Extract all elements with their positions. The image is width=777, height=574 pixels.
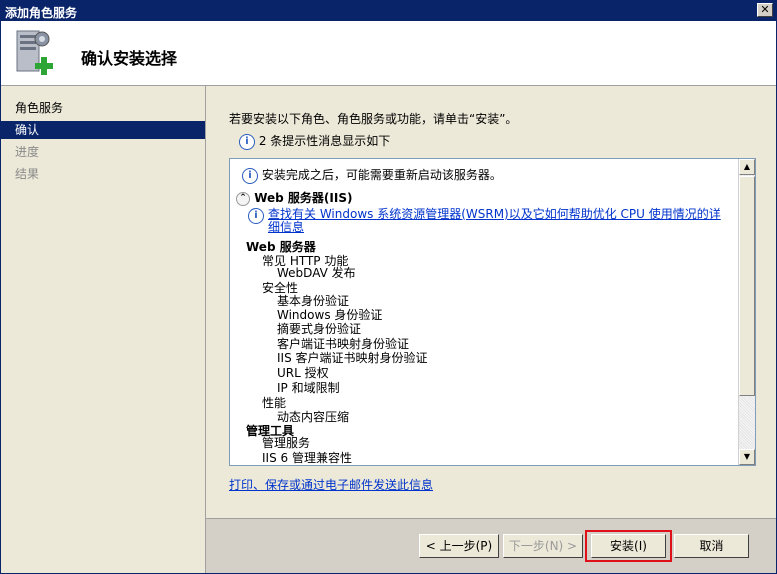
wsrm-info-link[interactable]: 查找有关 Windows 系统资源管理器(WSRM)以及它如何帮助优化 CPU … [268, 207, 721, 234]
footer-divider [206, 518, 776, 519]
message-summary-text: 2 条提示性消息显示如下 [258, 134, 391, 148]
tree-item: IP 和域限制 [277, 381, 340, 395]
info-icon: i [239, 133, 255, 150]
message-summary: i 2 条提示性消息显示如下 [239, 132, 390, 150]
scroll-thumb[interactable] [739, 176, 755, 396]
window-title: 添加角色服务 [5, 6, 78, 20]
dialog-window: 添加角色服务 ✕ 确认安装选择 角色服务 确认 进度 结果 若要安装以下角色、角… [0, 0, 777, 574]
info-icon: i [248, 208, 264, 224]
title-bar[interactable]: 添加角色服务 ✕ [1, 1, 776, 21]
step-role-services[interactable]: 角色服务 [1, 99, 205, 117]
print-save-email-link[interactable]: 打印、保存或通过电子邮件发送此信息 [229, 476, 433, 493]
step-results: 结果 [15, 167, 40, 181]
tree-item: IIS 6 元数据库兼容性 [277, 463, 391, 465]
back-button[interactable]: < 上一步(P) [419, 534, 499, 558]
install-highlight-box [585, 530, 672, 562]
instruction-text: 若要安装以下角色、角色服务或功能，请单击“安装”。 [229, 112, 518, 126]
restart-note-text: 安装完成之后，可能需要重新启动该服务器。 [261, 168, 502, 182]
section-web-server-iis: ⌃ Web 服务器(IIS) [236, 189, 352, 206]
info-icon: i [242, 167, 258, 184]
wizard-header: 确认安装选择 [1, 21, 776, 86]
main-panel: 若要安装以下角色、角色服务或功能，请单击“安装”。 i 2 条提示性消息显示如下… [206, 86, 776, 518]
confirmation-list[interactable]: i 安装完成之后，可能需要重新启动该服务器。 ⌃ Web 服务器(IIS) i … [229, 158, 756, 466]
page-title: 确认安装选择 [81, 49, 178, 68]
next-button: 下一步(N) > [503, 534, 583, 558]
collapse-icon[interactable]: ⌃ [236, 191, 250, 206]
cancel-button[interactable]: 取消 [674, 534, 749, 558]
scroll-up-icon[interactable]: ▲ [739, 159, 755, 175]
confirmation-list-content: i 安装完成之后，可能需要重新启动该服务器。 ⌃ Web 服务器(IIS) i … [230, 159, 737, 465]
section-title: Web 服务器(IIS) [254, 191, 353, 205]
close-icon[interactable]: ✕ [757, 3, 773, 17]
wsrm-note: i 查找有关 Windows 系统资源管理器(WSRM)以及它如何帮助优化 CP… [248, 208, 728, 234]
step-progress: 进度 [15, 145, 40, 159]
restart-note: i 安装完成之后，可能需要重新启动该服务器。 [242, 166, 502, 184]
wizard-steps: 角色服务 确认 进度 结果 [1, 86, 206, 573]
scroll-down-icon[interactable]: ▼ [739, 449, 755, 465]
step-confirmation[interactable]: 确认 [1, 121, 205, 139]
list-scrollbar[interactable]: ▲ ▼ [738, 159, 755, 465]
server-add-icon [16, 30, 53, 75]
